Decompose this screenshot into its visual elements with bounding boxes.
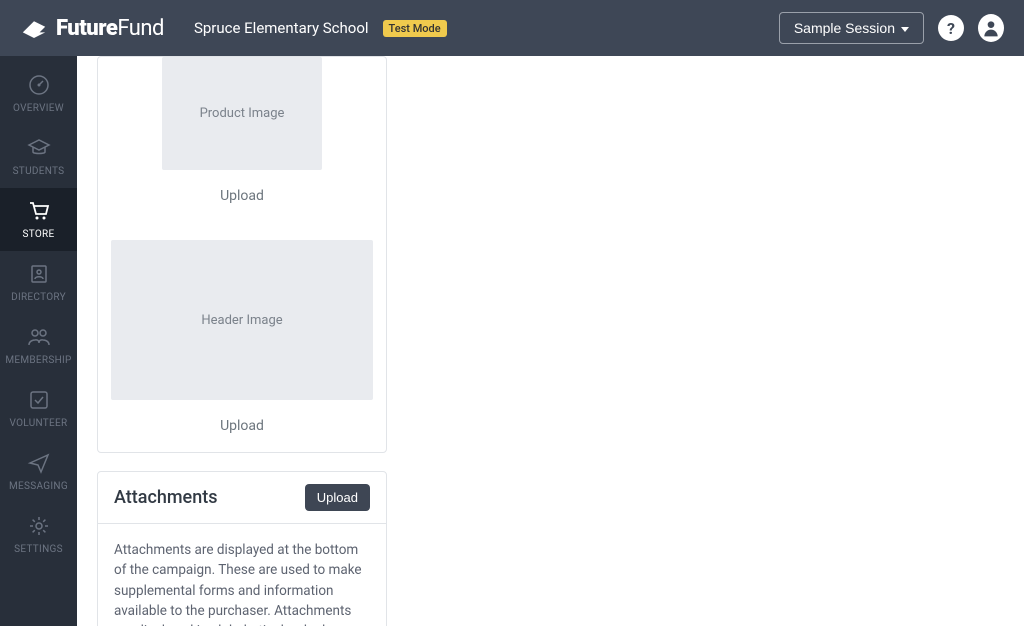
sidebar-item-label: STORE	[23, 229, 55, 240]
sidebar-item-label: SETTINGS	[14, 544, 63, 555]
paper-plane-icon	[26, 451, 52, 475]
sidebar-item-students[interactable]: STUDENTS	[0, 125, 77, 188]
directory-icon	[26, 262, 52, 286]
product-image-placeholder[interactable]: Product Image	[162, 57, 322, 170]
attachments-description: Attachments are displayed at the bottom …	[98, 524, 386, 626]
sidebar-item-directory[interactable]: DIRECTORY	[0, 251, 77, 314]
help-button[interactable]: ?	[938, 15, 964, 41]
cart-icon	[26, 199, 52, 223]
attachments-header: Attachments Upload	[98, 472, 386, 524]
sidebar-item-label: MESSAGING	[9, 481, 68, 492]
sidebar-item-membership[interactable]: MEMBERSHIP	[0, 314, 77, 377]
help-icon: ?	[938, 15, 964, 41]
sidebar-item-messaging[interactable]: MESSAGING	[0, 440, 77, 503]
sidebar-item-label: MEMBERSHIP	[5, 355, 71, 366]
user-icon	[978, 14, 1004, 42]
logo-text-bold: Future	[56, 16, 117, 41]
sidebar-item-settings[interactable]: SETTINGS	[0, 503, 77, 566]
sidebar-item-overview[interactable]: OVERVIEW	[0, 62, 77, 125]
sidebar: OVERVIEW STUDENTS STORE DIRECTORY MEMBER…	[0, 56, 77, 626]
attachments-title: Attachments	[114, 487, 217, 508]
header-image-upload-link[interactable]: Upload	[220, 418, 264, 434]
sidebar-item-label: OVERVIEW	[13, 103, 64, 114]
placeholder-label: Header Image	[201, 313, 282, 328]
logo[interactable]: FutureFund	[20, 16, 164, 41]
logo-text-light: Fund	[117, 16, 164, 41]
sidebar-item-label: VOLUNTEER	[10, 418, 68, 429]
sidebar-item-store[interactable]: STORE	[0, 188, 77, 251]
top-bar: FutureFund Spruce Elementary School Test…	[0, 0, 1024, 56]
sidebar-item-label: DIRECTORY	[11, 292, 66, 303]
gear-icon	[26, 514, 52, 538]
checkbox-icon	[26, 388, 52, 412]
user-menu[interactable]	[978, 15, 1004, 41]
gauge-icon	[26, 73, 52, 97]
session-dropdown[interactable]: Sample Session	[779, 12, 924, 44]
logo-icon	[20, 17, 48, 39]
graduation-cap-icon	[26, 136, 52, 160]
header-image-placeholder[interactable]: Header Image	[111, 240, 373, 400]
product-image-upload-link[interactable]: Upload	[220, 188, 264, 204]
sidebar-item-volunteer[interactable]: VOLUNTEER	[0, 377, 77, 440]
org-name: Spruce Elementary School	[194, 19, 369, 37]
attachments-upload-button[interactable]: Upload	[305, 484, 370, 511]
placeholder-label: Product Image	[200, 106, 285, 121]
images-card: Product Image Upload Header Image Upload	[97, 56, 387, 453]
chevron-down-icon	[901, 27, 909, 32]
sidebar-item-label: STUDENTS	[13, 166, 65, 177]
session-label: Sample Session	[794, 20, 895, 36]
attachments-card: Attachments Upload Attachments are displ…	[97, 471, 387, 626]
test-mode-badge: Test Mode	[383, 20, 447, 37]
main-content: Product Image Upload Header Image Upload…	[77, 56, 1024, 626]
people-icon	[26, 325, 52, 349]
